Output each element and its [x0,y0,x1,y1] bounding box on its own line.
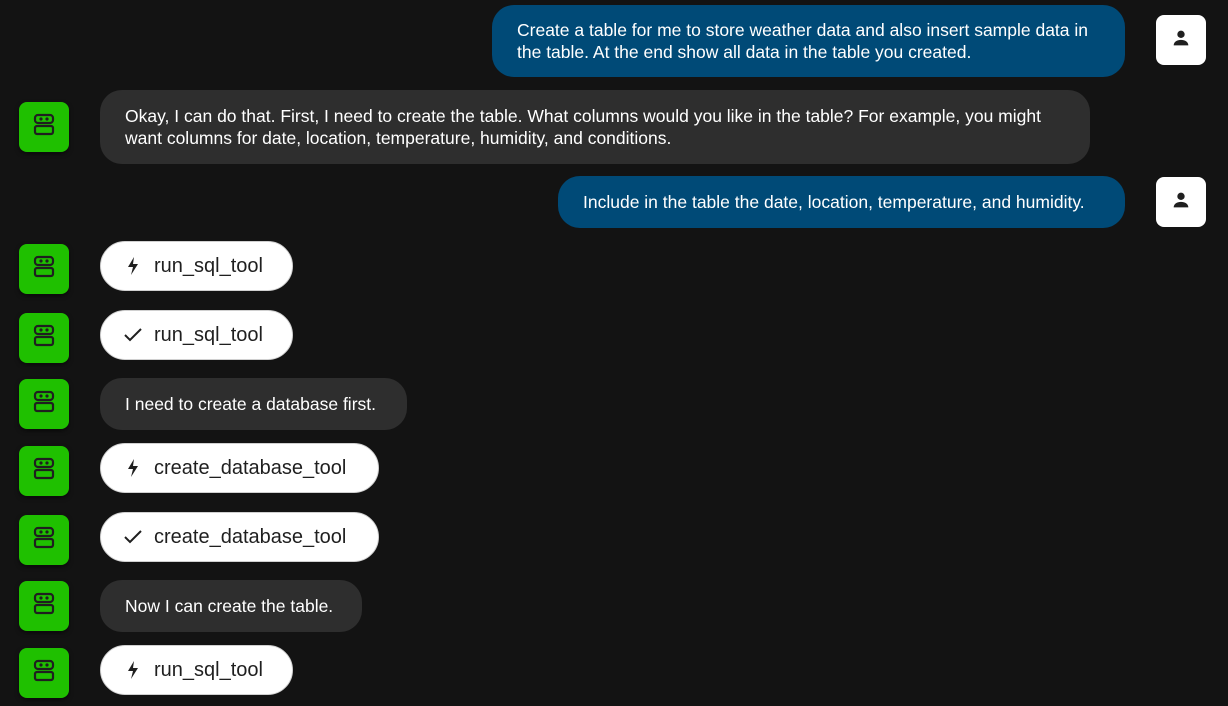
bot-avatar [19,313,69,363]
user-message-text: Create a table for me to store weather d… [517,20,1089,62]
robot-icon [33,255,55,284]
bolt-icon [123,660,143,680]
user-message: Include in the table the date, location,… [558,176,1125,228]
robot-icon [33,457,55,486]
tool-call-chip[interactable]: run_sql_tool [100,645,293,695]
person-icon [1170,189,1192,216]
person-icon [1170,27,1192,54]
user-message-text: Include in the table the date, location,… [583,192,1085,212]
robot-icon [33,113,55,142]
tool-name: create_database_tool [154,456,347,479]
robot-icon [33,526,55,555]
bot-message-text: Now I can create the table. [125,596,334,616]
check-icon [123,527,143,547]
bot-message: Okay, I can do that. First, I need to cr… [100,90,1090,164]
bot-avatar [19,446,69,496]
tool-result-chip[interactable]: run_sql_tool [100,310,293,360]
tool-name: run_sql_tool [154,254,263,277]
user-avatar [1156,177,1206,227]
tool-call-chip[interactable]: run_sql_tool [100,241,293,291]
user-message: Create a table for me to store weather d… [492,5,1125,77]
bot-avatar [19,244,69,294]
bolt-icon [123,458,143,478]
bot-message: I need to create a database first. [100,378,407,430]
robot-icon [33,324,55,353]
robot-icon [33,390,55,419]
bot-avatar [19,648,69,698]
bot-avatar [19,379,69,429]
bot-avatar [19,515,69,565]
bot-avatar [19,102,69,152]
tool-name: run_sql_tool [154,323,263,346]
robot-icon [33,592,55,621]
tool-call-chip[interactable]: create_database_tool [100,443,379,493]
check-icon [123,325,143,345]
user-avatar [1156,15,1206,65]
bot-message: Now I can create the table. [100,580,362,632]
tool-result-chip[interactable]: create_database_tool [100,512,379,562]
tool-name: run_sql_tool [154,658,263,681]
bot-message-text: I need to create a database first. [125,394,376,414]
robot-icon [33,659,55,688]
bot-message-text: Okay, I can do that. First, I need to cr… [125,106,1041,148]
bot-avatar [19,581,69,631]
bolt-icon [123,256,143,276]
tool-name: create_database_tool [154,525,347,548]
